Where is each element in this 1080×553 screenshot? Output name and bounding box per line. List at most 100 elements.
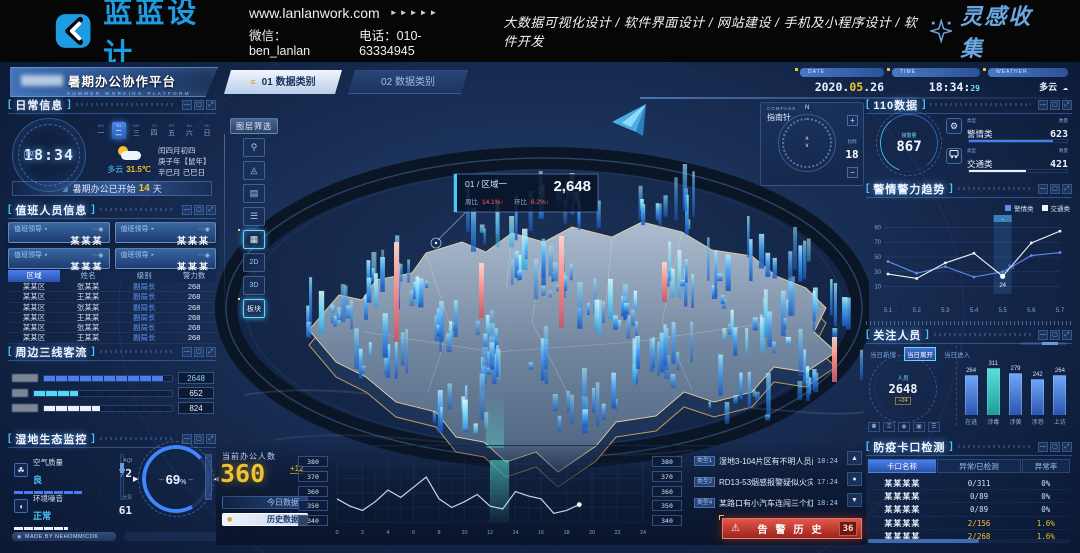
chevron-right-icon: ▸ xyxy=(45,252,48,258)
minimize-icon[interactable]: — xyxy=(1038,330,1048,340)
window-icon[interactable]: ▢ xyxy=(194,347,204,357)
expand-icon[interactable]: ⤢ xyxy=(1062,330,1072,340)
checkpoint-header-ratio[interactable]: 异常/已检测 xyxy=(937,459,1021,473)
duty-leader-card[interactable]: 值班领导▸⋯◉某某某 xyxy=(115,248,217,269)
window-icon[interactable]: ▢ xyxy=(1050,100,1060,110)
svg-text:24: 24 xyxy=(999,283,1006,289)
weather-label: WEATHER xyxy=(988,68,1068,77)
bar-column[interactable]: 242涉恐 xyxy=(1030,346,1046,426)
layer-layers-button[interactable]: ▤ xyxy=(243,184,265,203)
duty-table-header: 区域姓名级别警力数 xyxy=(8,270,216,282)
table-row: 某某区王某某副局长268 xyxy=(8,292,216,302)
menu-icon[interactable]: ☰ xyxy=(928,422,940,432)
alarm-history-count: 36 xyxy=(839,521,857,536)
target-icon[interactable]: ◉ xyxy=(898,422,910,432)
bar-column[interactable]: 311涉毒 xyxy=(985,346,1001,426)
sparkle-icon xyxy=(930,19,952,43)
expand-icon[interactable]: ⤢ xyxy=(1062,100,1072,110)
website-link[interactable]: www.lanlanwork.com xyxy=(249,5,380,21)
history-data-button[interactable]: 历史数据 xyxy=(222,513,308,526)
more-icon[interactable]: ⋯◉ xyxy=(92,252,103,259)
bar-column[interactable]: 264在逃 xyxy=(963,346,979,426)
layer-chart-button[interactable]: ▦ xyxy=(243,230,265,249)
weekday: FR五 xyxy=(165,122,179,139)
redacted-line-label xyxy=(12,389,28,397)
highlight-pillar xyxy=(486,392,504,448)
vertical-slider[interactable] xyxy=(120,454,124,500)
more-icon[interactable]: ⋯◉ xyxy=(199,252,210,259)
minimize-icon[interactable]: — xyxy=(182,347,192,357)
window-icon[interactable]: ▢ xyxy=(1050,442,1060,452)
layer-block-button[interactable]: 板块 xyxy=(243,299,265,318)
window-icon[interactable]: ▢ xyxy=(194,434,204,444)
alert-item[interactable]: 类型1湿地3-104片区有不明人员闯入18:24 xyxy=(694,454,838,468)
layer-filter-panel: 图层筛选 ⚲ ◬ ▤ ☰ ▦ 2D 3D 板块 xyxy=(230,118,278,318)
layer-radar-button[interactable]: ◬ xyxy=(243,161,265,180)
expand-icon[interactable]: ⤢ xyxy=(1062,184,1072,194)
category-traffic: 类型交通类 数量421 xyxy=(946,148,1068,174)
inspiration-collect[interactable]: 灵感收集 xyxy=(930,0,1050,63)
svg-text:5.4: 5.4 xyxy=(970,308,979,314)
platform-subtitle: SUMMER WORKING PLATFORM xyxy=(67,91,209,96)
duty-leader-card[interactable]: 值班领导▸⋯◉某某某 xyxy=(8,248,110,269)
checkpoint-header-name[interactable]: 卡口名称 xyxy=(868,459,936,473)
table-row: 某某区张某某副局长268 xyxy=(8,303,216,313)
site-header: 蓝蓝设计 www.lanlanwork.com ►►►►► 微信：ben_lan… xyxy=(0,0,1080,62)
person-icon[interactable]: ⚉ xyxy=(868,422,880,432)
vertical-slider[interactable] xyxy=(205,454,212,500)
layer-2d-button[interactable]: 2D xyxy=(243,253,265,272)
layer-pin-button[interactable]: ⚲ xyxy=(243,138,265,157)
checkpoint-header-rate[interactable]: 异常率 xyxy=(1022,459,1070,473)
svg-text:50: 50 xyxy=(874,255,881,261)
zoom-in-button[interactable]: + xyxy=(847,115,858,126)
wechat-label: 微信：ben_lanlan xyxy=(249,25,341,58)
bus-icon xyxy=(946,148,962,164)
window-icon[interactable]: ▢ xyxy=(1050,330,1060,340)
window-icon[interactable]: ▢ xyxy=(1050,184,1060,194)
alert-item[interactable]: 类型4某路口有小汽车连闯三个红灯18:24 xyxy=(694,496,838,510)
minimize-icon[interactable]: — xyxy=(182,205,192,215)
svg-text:14: 14 xyxy=(512,530,518,536)
scroll-up-button[interactable]: ▲ xyxy=(847,451,862,465)
zoom-out-button[interactable]: − xyxy=(847,167,858,178)
more-icon[interactable]: ⋯◉ xyxy=(92,226,103,233)
grid-icon[interactable]: ▣ xyxy=(913,422,925,432)
more-icon[interactable]: ⋯◉ xyxy=(199,226,210,233)
key-icon[interactable]: ⚿ xyxy=(883,422,895,432)
duty-leader-card[interactable]: 值班领导▸⋯◉某某某 xyxy=(115,222,217,243)
trend-legend: 警情类 交通类 xyxy=(1005,203,1070,213)
mom-label: 环比 xyxy=(514,197,528,206)
table-row: 某某某某0/890% xyxy=(868,490,1070,503)
minimize-icon[interactable]: — xyxy=(182,100,192,110)
horizontal-scrollbar[interactable] xyxy=(868,539,1070,543)
svg-text:10: 10 xyxy=(461,530,467,536)
bar-column[interactable]: 279涉黄 xyxy=(1007,346,1023,426)
weather-widget: WEATHER 多云 ☁ xyxy=(988,68,1068,94)
panel-title: 值班人员信息 xyxy=(15,202,87,218)
svg-text:30: 30 xyxy=(874,270,881,276)
window-icon[interactable]: ▢ xyxy=(194,100,204,110)
scroll-dot-button[interactable]: ● xyxy=(847,472,862,486)
scroll-down-button[interactable]: ▼ xyxy=(847,493,862,507)
alarm-history-banner[interactable]: ⚠ 告警历史 36 xyxy=(722,518,862,539)
today-data-button[interactable]: 今日数据 xyxy=(222,496,308,509)
minimize-icon[interactable]: — xyxy=(1038,100,1048,110)
bar-chart-scrollbar[interactable] xyxy=(1020,342,1066,345)
noise-metric: ◖ 环境噪音正常 分贝61 xyxy=(14,488,132,530)
gauge-left-arrow[interactable]: ▶ xyxy=(133,475,138,483)
redacted-line-label xyxy=(12,404,38,412)
date-label: DATE xyxy=(800,68,884,77)
window-icon[interactable]: ▢ xyxy=(194,205,204,215)
compass-north: N xyxy=(805,105,809,111)
minimize-icon[interactable]: — xyxy=(1038,442,1048,452)
compass-dial[interactable]: ∧∨ xyxy=(778,114,836,172)
alert-item[interactable]: 类型2RD13-53烟感报警疑似火灾17:24 xyxy=(694,475,838,489)
duty-leader-card[interactable]: 值班领导▸⋯◉某某某 xyxy=(8,222,110,243)
layer-3d-button[interactable]: 3D xyxy=(243,276,265,295)
bar-column[interactable]: 264上访 xyxy=(1052,346,1068,426)
arrows-decoration: ►►►►► xyxy=(390,8,440,17)
minimize-icon[interactable]: — xyxy=(1038,184,1048,194)
layer-list-button[interactable]: ☰ xyxy=(243,207,265,226)
svg-text:5.7: 5.7 xyxy=(1056,308,1065,314)
expand-icon[interactable]: ⤢ xyxy=(1062,442,1072,452)
